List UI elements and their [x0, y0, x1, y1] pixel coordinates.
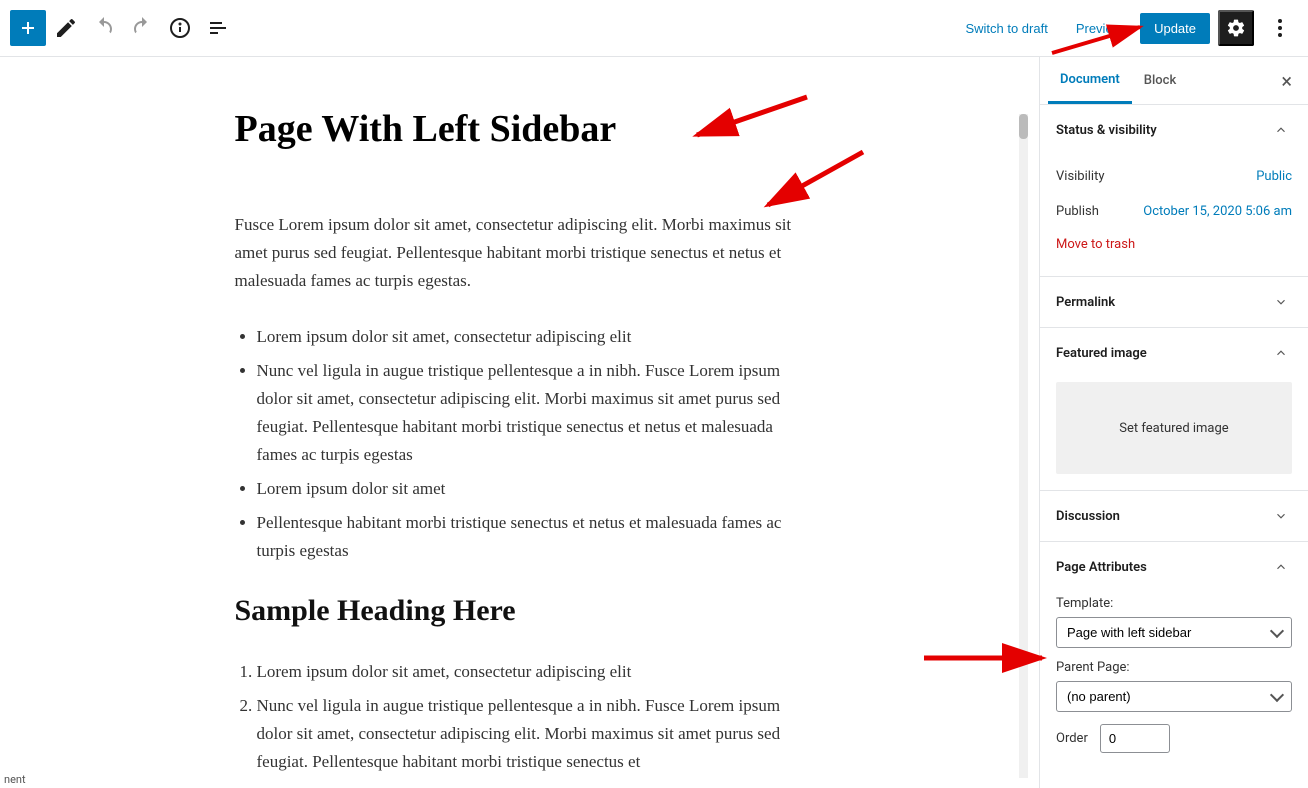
- add-block-button[interactable]: [10, 10, 46, 46]
- footer-fragment: nent: [0, 771, 30, 788]
- set-featured-image-button[interactable]: Set featured image: [1056, 382, 1292, 474]
- list-item[interactable]: Nunc vel ligula in augue tristique pelle…: [257, 692, 795, 776]
- panel-permalink: Permalink: [1040, 277, 1308, 328]
- publish-value[interactable]: October 15, 2020 5:06 am: [1143, 204, 1292, 219]
- move-to-trash-button[interactable]: Move to trash: [1056, 229, 1292, 260]
- panel-title: Featured image: [1056, 346, 1147, 361]
- parent-page-select[interactable]: (no parent): [1056, 681, 1292, 712]
- publish-label: Publish: [1056, 204, 1099, 219]
- chevron-up-icon: [1270, 119, 1292, 141]
- edit-mode-button[interactable]: [48, 10, 84, 46]
- order-label: Order: [1056, 731, 1088, 746]
- tab-block[interactable]: Block: [1132, 59, 1188, 102]
- template-select[interactable]: Page with left sidebar: [1056, 617, 1292, 648]
- panel-status-toggle[interactable]: Status & visibility: [1040, 105, 1308, 155]
- chevron-up-icon: [1270, 556, 1292, 578]
- visibility-label: Visibility: [1056, 169, 1105, 184]
- list-item[interactable]: Lorem ipsum dolor sit amet, consectetur …: [257, 658, 795, 686]
- chevron-down-icon: [1270, 505, 1292, 527]
- info-button[interactable]: [162, 10, 198, 46]
- top-toolbar: Switch to draft Preview Update: [0, 0, 1308, 57]
- panel-discussion: Discussion: [1040, 491, 1308, 542]
- heading-block[interactable]: Sample Heading Here: [235, 594, 795, 628]
- editor-scrollbar[interactable]: [1019, 114, 1028, 778]
- panel-title: Permalink: [1056, 295, 1115, 310]
- list-item[interactable]: Lorem ipsum dolor sit amet: [257, 475, 795, 503]
- list-item[interactable]: Pellentesque habitant morbi tristique se…: [257, 509, 795, 565]
- switch-to-draft-button[interactable]: Switch to draft: [955, 15, 1057, 42]
- parent-page-label: Parent Page:: [1056, 660, 1292, 675]
- panel-featured-toggle[interactable]: Featured image: [1040, 328, 1308, 378]
- redo-button[interactable]: [124, 10, 160, 46]
- settings-sidebar: Document Block × Status & visibility Vis…: [1039, 57, 1308, 788]
- more-menu-button[interactable]: [1262, 10, 1298, 46]
- template-label: Template:: [1056, 596, 1292, 611]
- preview-button[interactable]: Preview: [1066, 15, 1132, 42]
- panel-discussion-toggle[interactable]: Discussion: [1040, 491, 1308, 541]
- sidebar-tabs: Document Block ×: [1040, 57, 1308, 105]
- panel-title: Discussion: [1056, 509, 1120, 524]
- order-input[interactable]: [1100, 724, 1170, 753]
- panel-page-attributes: Page Attributes Template: Page with left…: [1040, 542, 1308, 769]
- chevron-down-icon: [1270, 291, 1292, 313]
- list-item[interactable]: Lorem ipsum dolor sit amet, consectetur …: [257, 323, 795, 351]
- list-item[interactable]: Nunc vel ligula in augue tristique pelle…: [257, 357, 795, 469]
- outline-button[interactable]: [200, 10, 236, 46]
- panel-status-visibility: Status & visibility Visibility Public Pu…: [1040, 105, 1308, 277]
- panel-attributes-toggle[interactable]: Page Attributes: [1040, 542, 1308, 592]
- paragraph-block[interactable]: Fusce Lorem ipsum dolor sit amet, consec…: [235, 211, 795, 295]
- tab-document[interactable]: Document: [1048, 58, 1132, 104]
- panel-title: Status & visibility: [1056, 123, 1157, 138]
- editor-canvas[interactable]: Page With Left Sidebar Fusce Lorem ipsum…: [0, 57, 1039, 788]
- chevron-up-icon: [1270, 342, 1292, 364]
- update-button[interactable]: Update: [1140, 13, 1210, 44]
- close-sidebar-button[interactable]: ×: [1273, 69, 1300, 93]
- panel-title: Page Attributes: [1056, 560, 1147, 575]
- panel-featured-image: Featured image Set featured image: [1040, 328, 1308, 491]
- page-title[interactable]: Page With Left Sidebar: [235, 107, 795, 151]
- visibility-value[interactable]: Public: [1256, 169, 1292, 184]
- numbered-list-block[interactable]: Lorem ipsum dolor sit amet, consectetur …: [235, 658, 795, 776]
- undo-button[interactable]: [86, 10, 122, 46]
- panel-permalink-toggle[interactable]: Permalink: [1040, 277, 1308, 327]
- list-block[interactable]: Lorem ipsum dolor sit amet, consectetur …: [235, 323, 795, 565]
- settings-gear-button[interactable]: [1218, 10, 1254, 46]
